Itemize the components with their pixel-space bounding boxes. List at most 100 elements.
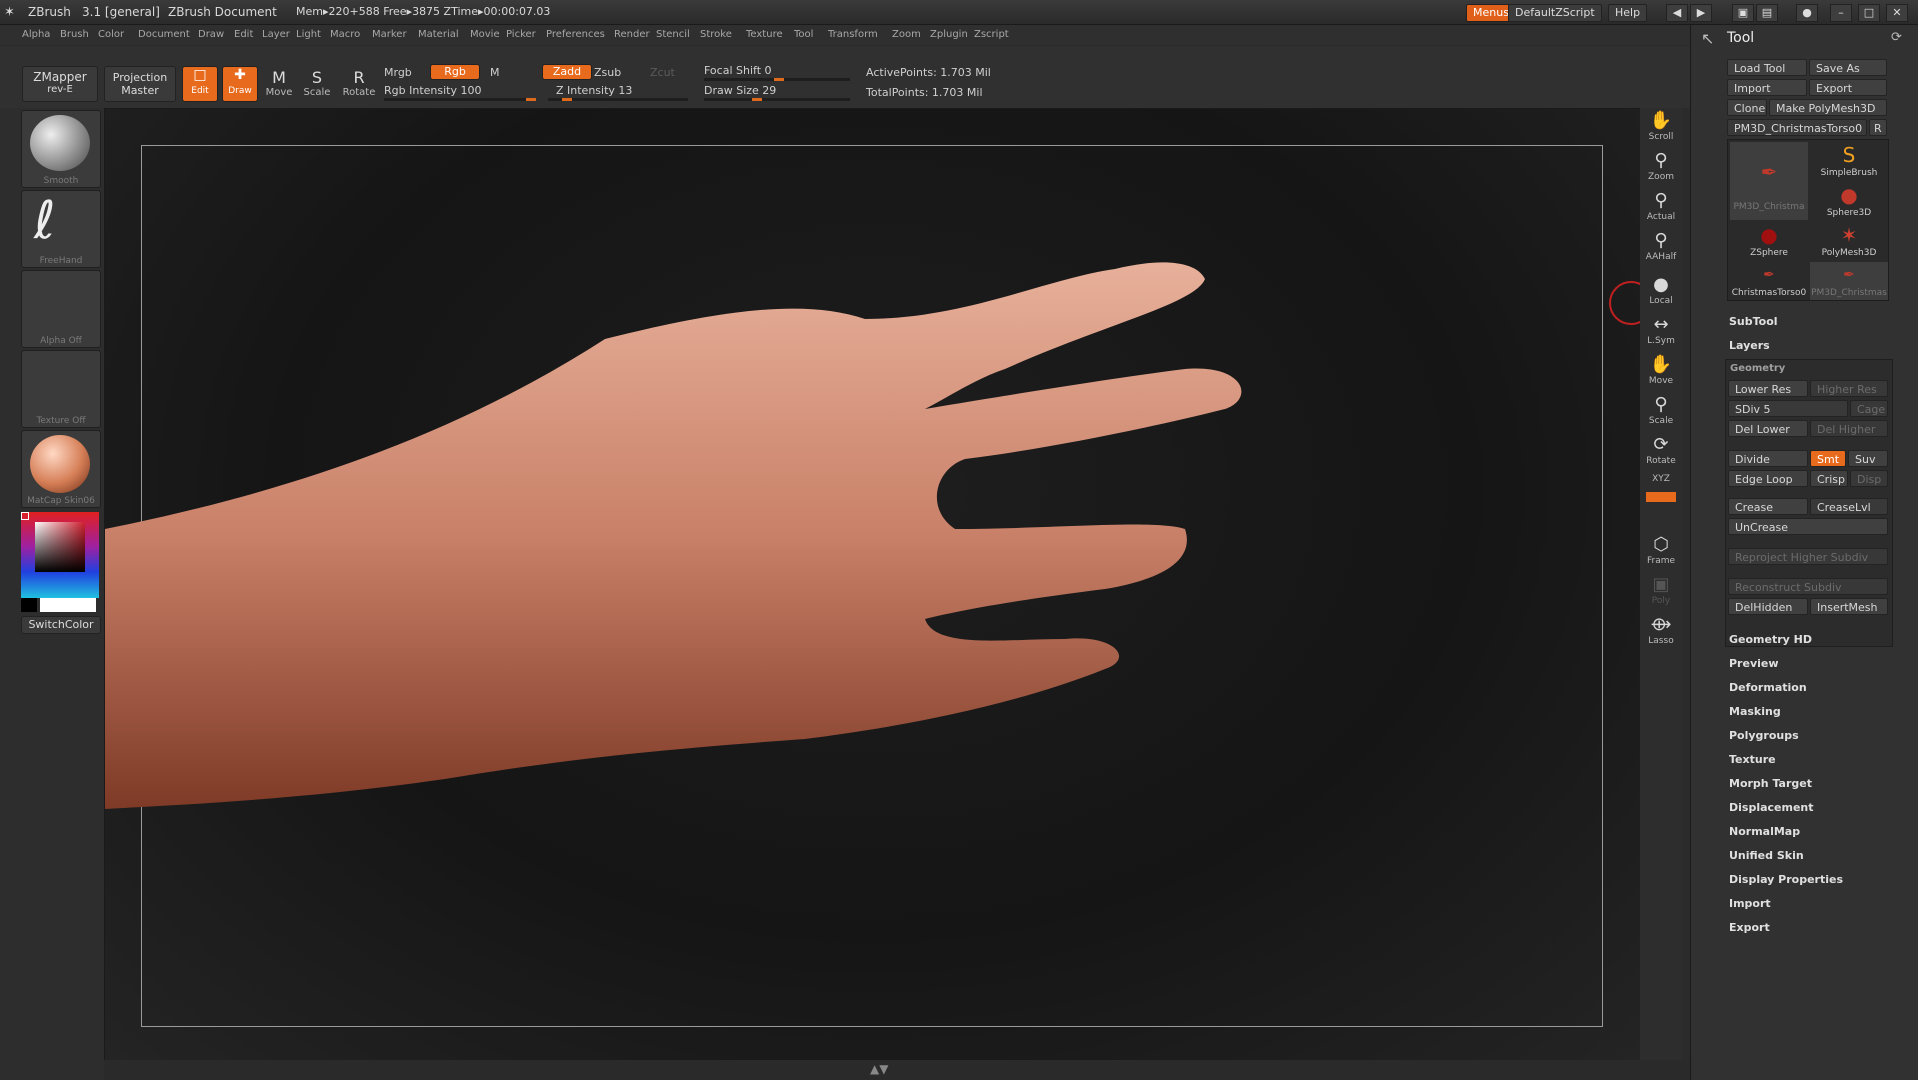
material-tile[interactable]: MatCap Skin06 — [21, 430, 101, 508]
display-properties-section[interactable]: Display Properties — [1729, 873, 1843, 886]
focal-shift-handle[interactable] — [774, 78, 784, 81]
polygroups-section[interactable]: Polygroups — [1729, 729, 1799, 742]
zmapper-button[interactable]: ZMapper rev-E — [22, 66, 98, 102]
save-as-button[interactable]: Save As — [1809, 59, 1887, 76]
divide-button[interactable]: Divide — [1728, 450, 1808, 467]
menu-alpha[interactable]: Alpha — [22, 29, 50, 40]
zoom-button[interactable]: ⚲ Zoom — [1643, 150, 1679, 186]
lower-res-button[interactable]: Lower Res — [1728, 380, 1808, 397]
secondary-color-swatch[interactable] — [21, 598, 37, 612]
unified-skin-section[interactable]: Unified Skin — [1729, 849, 1804, 862]
alpha-tile[interactable]: Alpha Off — [21, 270, 101, 348]
local-button[interactable]: ● Local — [1643, 274, 1679, 310]
menu-marker[interactable]: Marker — [372, 29, 407, 40]
thumb-sphere3d[interactable]: ● Sphere3D — [1810, 182, 1888, 220]
geometry-hd-section[interactable]: Geometry HD — [1729, 633, 1812, 646]
layout-alt-icon[interactable]: ▤ — [1756, 4, 1778, 22]
export-button[interactable]: Export — [1809, 79, 1887, 96]
switch-color-button[interactable]: SwitchColor — [21, 616, 101, 634]
menu-picker[interactable]: Picker — [506, 29, 536, 40]
disp-toggle[interactable]: Disp — [1850, 470, 1888, 487]
current-tool-slider[interactable]: PM3D_ChristmasTorso0 — [1727, 119, 1867, 136]
masking-section[interactable]: Masking — [1729, 705, 1781, 718]
zcut-button[interactable]: Zcut — [650, 66, 675, 79]
reconstruct-button[interactable]: Reconstruct Subdiv — [1728, 578, 1888, 595]
suv-toggle[interactable]: Suv — [1848, 450, 1888, 467]
subtool-section[interactable]: SubTool — [1729, 315, 1778, 328]
thumb-polymesh3d[interactable]: ✶ PolyMesh3D — [1810, 222, 1888, 260]
import-section[interactable]: Import — [1729, 897, 1771, 910]
default-zscript-button[interactable]: DefaultZScript — [1508, 4, 1602, 22]
insertmesh-button[interactable]: InsertMesh — [1810, 598, 1888, 615]
rewind-icon[interactable]: ◀ — [1666, 4, 1688, 22]
draw-size-slider[interactable] — [704, 98, 850, 101]
thumb-zsphere[interactable]: ● ZSphere — [1730, 222, 1808, 260]
menu-movie[interactable]: Movie — [470, 29, 500, 40]
aahalf-button[interactable]: ⚲ AAHalf — [1643, 230, 1679, 266]
move-view-button[interactable]: ✋ Move — [1643, 354, 1679, 390]
sdiv-slider[interactable]: SDiv 5 — [1728, 400, 1848, 417]
texture-tile[interactable]: Texture Off — [21, 350, 101, 428]
projection-master-button[interactable]: Projection Master — [104, 66, 176, 102]
actual-button[interactable]: ⚲ Actual — [1643, 190, 1679, 226]
crisp-toggle[interactable]: Crisp — [1810, 470, 1848, 487]
morph-target-section[interactable]: Morph Target — [1729, 777, 1812, 790]
edit-button[interactable]: □ Edit — [182, 66, 218, 102]
rotate-view-button[interactable]: ⟳ Rotate — [1643, 434, 1679, 470]
rgb-button[interactable]: Rgb — [430, 64, 480, 80]
crease-button[interactable]: Crease — [1728, 498, 1808, 515]
draw-button[interactable]: ✚ Draw — [222, 66, 258, 102]
menu-stencil[interactable]: Stencil — [656, 29, 690, 40]
thumb-christmastorso[interactable]: ✒ ChristmasTorso0 — [1730, 262, 1808, 300]
layers-section[interactable]: Layers — [1729, 339, 1770, 352]
scroll-button[interactable]: ✋ Scroll — [1643, 110, 1679, 146]
zadd-button[interactable]: Zadd — [542, 64, 592, 80]
menu-stroke[interactable]: Stroke — [700, 29, 732, 40]
rotate-button[interactable]: R Rotate — [342, 66, 376, 100]
thumb-pm3d-christmas[interactable]: ✒ PM3D_Christmas — [1810, 262, 1888, 300]
import-button[interactable]: Import — [1727, 79, 1807, 96]
uncrease-button[interactable]: UnCrease — [1728, 518, 1888, 535]
cage-button[interactable]: Cage — [1850, 400, 1888, 417]
axis-toggle[interactable] — [1646, 492, 1676, 502]
z-intensity-handle[interactable] — [562, 98, 572, 101]
primary-color-swatch[interactable] — [40, 598, 96, 612]
menu-preferences[interactable]: Preferences — [546, 29, 605, 40]
minimize-icon[interactable]: – — [1830, 4, 1852, 22]
maximize-icon[interactable]: □ — [1858, 4, 1880, 22]
thumb-simplebrush[interactable]: S SimpleBrush — [1810, 142, 1888, 180]
geometry-header[interactable]: Geometry — [1730, 363, 1785, 374]
normalmap-section[interactable]: NormalMap — [1729, 825, 1800, 838]
preview-section[interactable]: Preview — [1729, 657, 1779, 670]
clone-button[interactable]: Clone — [1727, 99, 1767, 116]
help-button[interactable]: Help — [1608, 4, 1648, 22]
layout-icon[interactable]: ▣ — [1732, 4, 1754, 22]
lock-icon[interactable]: ● — [1796, 4, 1818, 22]
menu-material[interactable]: Material — [418, 29, 459, 40]
menu-zoom[interactable]: Zoom — [892, 29, 921, 40]
menu-draw[interactable]: Draw — [198, 29, 224, 40]
deformation-section[interactable]: Deformation — [1729, 681, 1807, 694]
menu-edit[interactable]: Edit — [234, 29, 253, 40]
smt-toggle[interactable]: Smt — [1810, 450, 1846, 467]
export-section[interactable]: Export — [1729, 921, 1770, 934]
menu-document[interactable]: Document — [138, 29, 190, 40]
load-tool-button[interactable]: Load Tool — [1727, 59, 1807, 76]
poly-button[interactable]: ▣ Poly — [1643, 574, 1679, 610]
hand-model[interactable] — [105, 109, 1641, 1061]
menu-transform[interactable]: Transform — [828, 29, 878, 40]
lasso-button[interactable]: ⟴ Lasso — [1643, 614, 1679, 650]
displacement-section[interactable]: Displacement — [1729, 801, 1814, 814]
move-button[interactable]: M Move — [262, 66, 296, 100]
scale-view-button[interactable]: ⚲ Scale — [1643, 394, 1679, 430]
delhidden-button[interactable]: DelHidden — [1728, 598, 1808, 615]
del-higher-button[interactable]: Del Higher — [1810, 420, 1888, 437]
del-lower-button[interactable]: Del Lower — [1728, 420, 1808, 437]
xyz-button[interactable]: XYZ — [1643, 474, 1679, 490]
color-square[interactable] — [35, 522, 85, 572]
frame-button[interactable]: ⬡ Frame — [1643, 534, 1679, 570]
menu-brush[interactable]: Brush — [60, 29, 89, 40]
menu-light[interactable]: Light — [296, 29, 321, 40]
menu-zplugin[interactable]: Zplugin — [930, 29, 968, 40]
reset-icon[interactable]: ⟳ — [1891, 30, 1902, 45]
